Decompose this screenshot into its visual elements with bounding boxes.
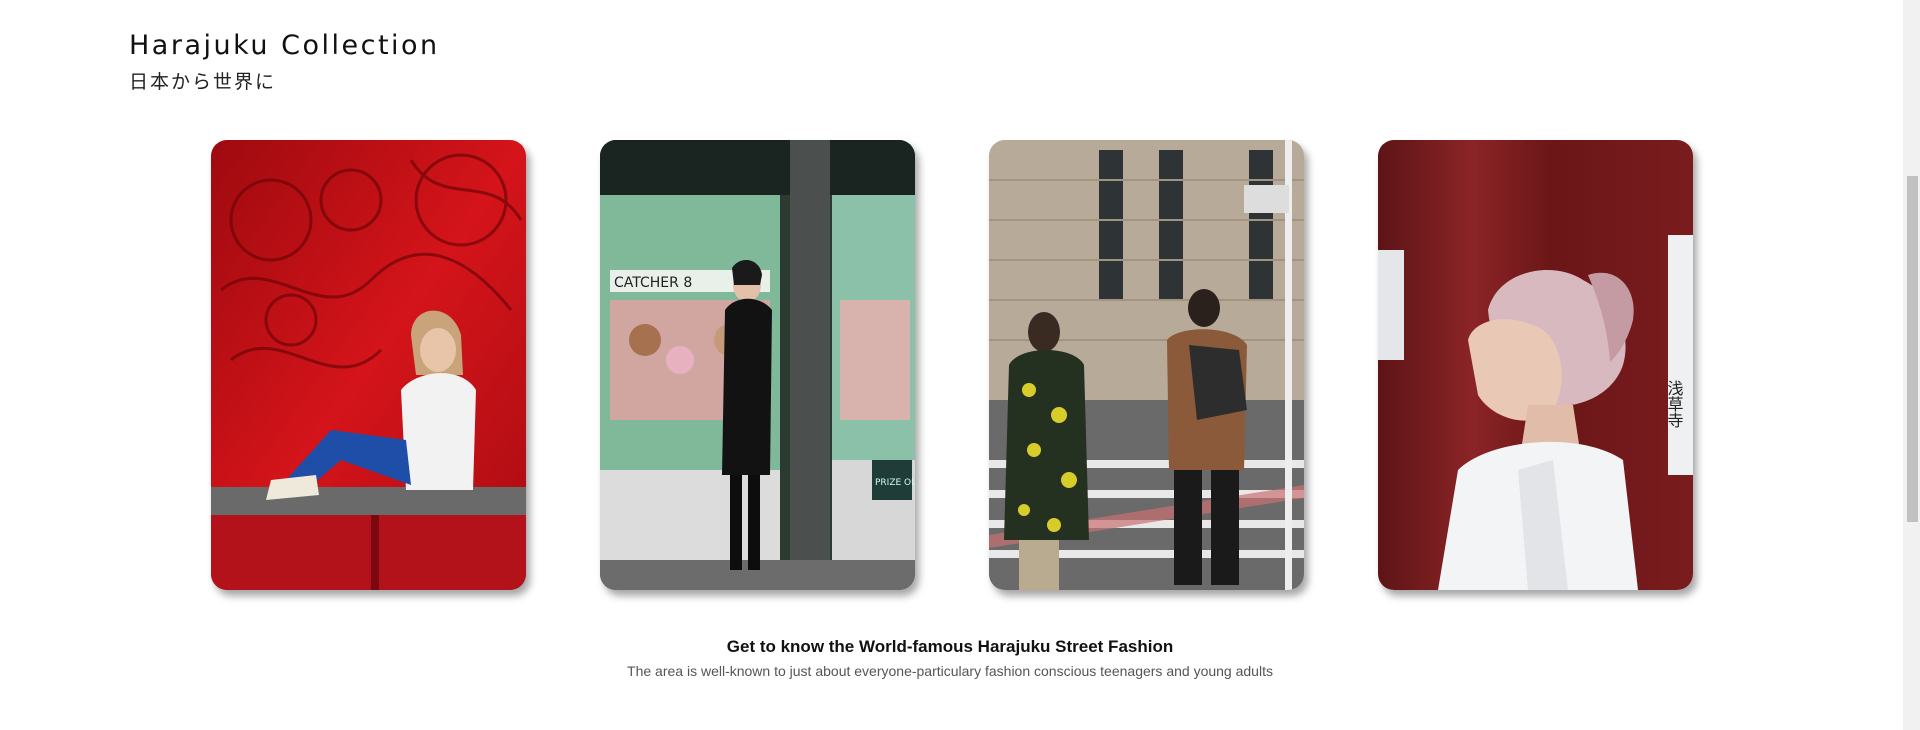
temple-sign: 浅草寺 bbox=[1665, 380, 1684, 428]
image-gallery: CATCHER 8 PRIZE OUT bbox=[211, 140, 1693, 590]
scrollbar-thumb[interactable] bbox=[1907, 176, 1918, 522]
collection-header: Harajuku Collection 日本から世界に bbox=[129, 30, 440, 94]
photo-people-street-crossing bbox=[989, 140, 1304, 590]
arcade-sign: CATCHER 8 bbox=[614, 275, 692, 291]
caption-title: Get to know the World-famous Harajuku St… bbox=[726, 637, 1174, 656]
prize-sign: PRIZE OUT bbox=[875, 478, 915, 488]
photo-woman-red-wall bbox=[211, 140, 526, 590]
gallery-card-4[interactable]: 浅草寺 bbox=[1378, 140, 1693, 590]
gallery-card-1[interactable] bbox=[211, 140, 526, 590]
gallery-card-3[interactable] bbox=[989, 140, 1304, 590]
vertical-scrollbar[interactable] bbox=[1903, 0, 1920, 730]
page: Harajuku Collection 日本から世界に CATCHER 8 PR… bbox=[0, 0, 1920, 730]
photo-woman-arcade: CATCHER 8 PRIZE OUT bbox=[600, 140, 915, 590]
photo-man-pink-hair-red-pillar: 浅草寺 bbox=[1378, 140, 1693, 590]
page-subtitle: 日本から世界に bbox=[129, 71, 277, 94]
page-title: Harajuku Collection bbox=[129, 30, 440, 61]
gallery-caption: Get to know the World-famous Harajuku St… bbox=[0, 637, 1900, 679]
gallery-card-2[interactable]: CATCHER 8 PRIZE OUT bbox=[600, 140, 915, 590]
caption-text: The area is well-known to just about eve… bbox=[627, 663, 1273, 679]
